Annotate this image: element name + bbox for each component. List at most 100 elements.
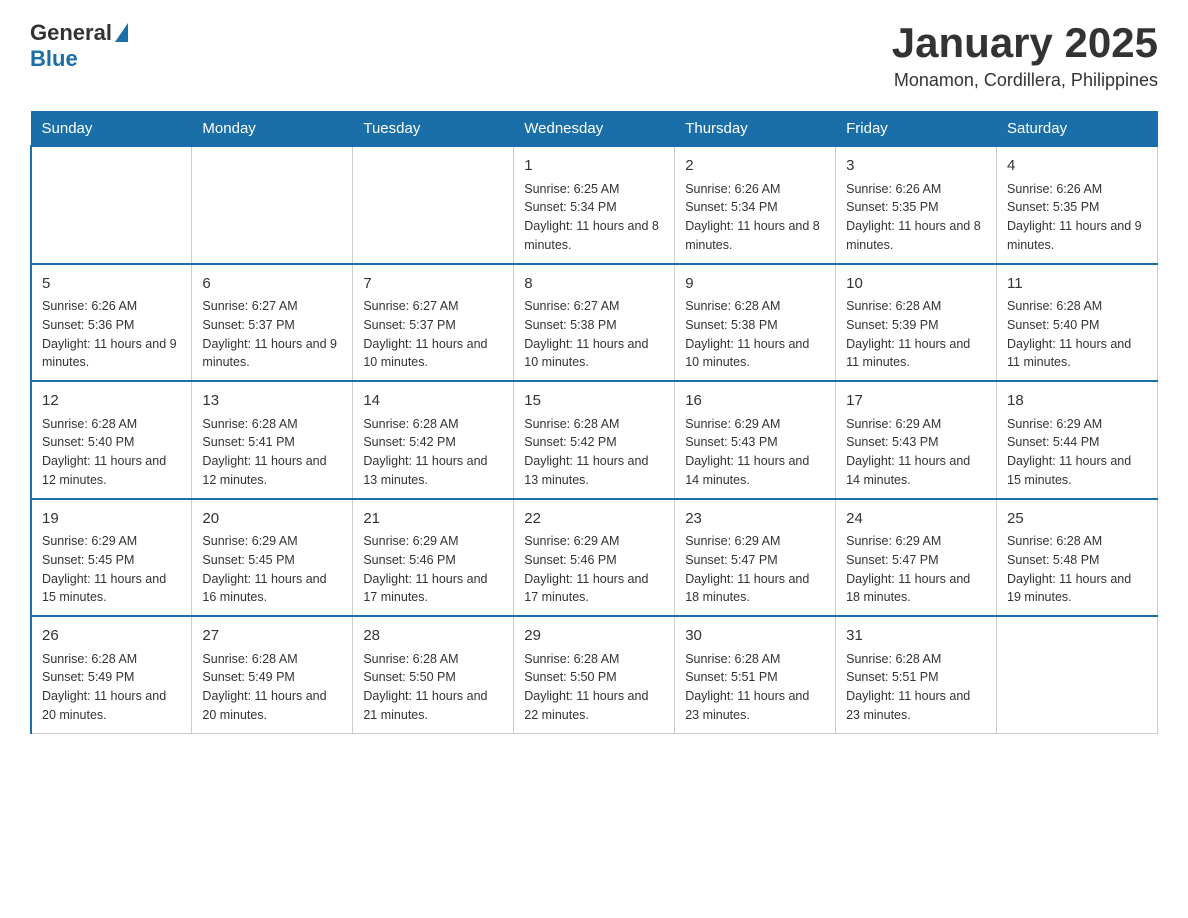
calendar-cell: 23Sunrise: 6:29 AM Sunset: 5:47 PM Dayli… [675,499,836,617]
day-number: 17 [846,390,986,413]
calendar-cell: 16Sunrise: 6:29 AM Sunset: 5:43 PM Dayli… [675,381,836,499]
day-number: 6 [202,273,342,296]
calendar-cell: 18Sunrise: 6:29 AM Sunset: 5:44 PM Dayli… [997,381,1158,499]
calendar-cell: 1Sunrise: 6:25 AM Sunset: 5:34 PM Daylig… [514,146,675,264]
week-row-2: 5Sunrise: 6:26 AM Sunset: 5:36 PM Daylig… [31,264,1158,382]
day-info: Sunrise: 6:29 AM Sunset: 5:45 PM Dayligh… [202,532,342,607]
logo-blue: Blue [30,46,78,72]
day-info: Sunrise: 6:29 AM Sunset: 5:46 PM Dayligh… [524,532,664,607]
day-number: 3 [846,155,986,178]
day-info: Sunrise: 6:28 AM Sunset: 5:49 PM Dayligh… [202,650,342,725]
day-header-sunday: Sunday [31,112,192,147]
calendar-cell: 11Sunrise: 6:28 AM Sunset: 5:40 PM Dayli… [997,264,1158,382]
calendar-cell: 7Sunrise: 6:27 AM Sunset: 5:37 PM Daylig… [353,264,514,382]
day-number: 14 [363,390,503,413]
page-header: General Blue January 2025 Monamon, Cordi… [30,20,1158,91]
calendar-cell: 15Sunrise: 6:28 AM Sunset: 5:42 PM Dayli… [514,381,675,499]
day-number: 28 [363,625,503,648]
calendar-cell: 12Sunrise: 6:28 AM Sunset: 5:40 PM Dayli… [31,381,192,499]
day-info: Sunrise: 6:28 AM Sunset: 5:40 PM Dayligh… [1007,297,1147,372]
day-info: Sunrise: 6:26 AM Sunset: 5:35 PM Dayligh… [1007,180,1147,255]
day-number: 30 [685,625,825,648]
calendar-cell: 28Sunrise: 6:28 AM Sunset: 5:50 PM Dayli… [353,616,514,733]
title-block: January 2025 Monamon, Cordillera, Philip… [892,20,1158,91]
day-info: Sunrise: 6:28 AM Sunset: 5:38 PM Dayligh… [685,297,825,372]
calendar-cell: 20Sunrise: 6:29 AM Sunset: 5:45 PM Dayli… [192,499,353,617]
day-number: 16 [685,390,825,413]
day-info: Sunrise: 6:28 AM Sunset: 5:50 PM Dayligh… [524,650,664,725]
day-info: Sunrise: 6:29 AM Sunset: 5:47 PM Dayligh… [846,532,986,607]
day-number: 19 [42,508,181,531]
day-info: Sunrise: 6:29 AM Sunset: 5:43 PM Dayligh… [846,415,986,490]
logo: General Blue [30,20,128,72]
day-info: Sunrise: 6:28 AM Sunset: 5:40 PM Dayligh… [42,415,181,490]
calendar-cell [192,146,353,264]
day-info: Sunrise: 6:27 AM Sunset: 5:37 PM Dayligh… [363,297,503,372]
day-number: 13 [202,390,342,413]
logo-general: General [30,20,112,46]
day-info: Sunrise: 6:28 AM Sunset: 5:39 PM Dayligh… [846,297,986,372]
calendar-cell: 8Sunrise: 6:27 AM Sunset: 5:38 PM Daylig… [514,264,675,382]
calendar-cell: 4Sunrise: 6:26 AM Sunset: 5:35 PM Daylig… [997,146,1158,264]
day-number: 2 [685,155,825,178]
day-header-wednesday: Wednesday [514,112,675,147]
day-info: Sunrise: 6:27 AM Sunset: 5:37 PM Dayligh… [202,297,342,372]
day-number: 8 [524,273,664,296]
day-number: 27 [202,625,342,648]
day-number: 31 [846,625,986,648]
day-info: Sunrise: 6:28 AM Sunset: 5:42 PM Dayligh… [363,415,503,490]
day-info: Sunrise: 6:28 AM Sunset: 5:48 PM Dayligh… [1007,532,1147,607]
day-number: 11 [1007,273,1147,296]
day-info: Sunrise: 6:28 AM Sunset: 5:41 PM Dayligh… [202,415,342,490]
calendar-cell: 2Sunrise: 6:26 AM Sunset: 5:34 PM Daylig… [675,146,836,264]
day-info: Sunrise: 6:28 AM Sunset: 5:51 PM Dayligh… [685,650,825,725]
calendar-cell: 24Sunrise: 6:29 AM Sunset: 5:47 PM Dayli… [836,499,997,617]
header-row: SundayMondayTuesdayWednesdayThursdayFrid… [31,112,1158,147]
calendar-cell: 3Sunrise: 6:26 AM Sunset: 5:35 PM Daylig… [836,146,997,264]
day-info: Sunrise: 6:28 AM Sunset: 5:50 PM Dayligh… [363,650,503,725]
day-number: 10 [846,273,986,296]
week-row-4: 19Sunrise: 6:29 AM Sunset: 5:45 PM Dayli… [31,499,1158,617]
calendar-cell: 14Sunrise: 6:28 AM Sunset: 5:42 PM Dayli… [353,381,514,499]
day-number: 9 [685,273,825,296]
calendar-cell: 10Sunrise: 6:28 AM Sunset: 5:39 PM Dayli… [836,264,997,382]
week-row-5: 26Sunrise: 6:28 AM Sunset: 5:49 PM Dayli… [31,616,1158,733]
day-info: Sunrise: 6:29 AM Sunset: 5:46 PM Dayligh… [363,532,503,607]
day-number: 20 [202,508,342,531]
calendar-cell: 22Sunrise: 6:29 AM Sunset: 5:46 PM Dayli… [514,499,675,617]
day-number: 7 [363,273,503,296]
calendar-table: SundayMondayTuesdayWednesdayThursdayFrid… [30,111,1158,734]
day-number: 25 [1007,508,1147,531]
day-info: Sunrise: 6:26 AM Sunset: 5:34 PM Dayligh… [685,180,825,255]
day-number: 1 [524,155,664,178]
week-row-3: 12Sunrise: 6:28 AM Sunset: 5:40 PM Dayli… [31,381,1158,499]
day-number: 12 [42,390,181,413]
day-number: 18 [1007,390,1147,413]
calendar-cell: 29Sunrise: 6:28 AM Sunset: 5:50 PM Dayli… [514,616,675,733]
day-info: Sunrise: 6:27 AM Sunset: 5:38 PM Dayligh… [524,297,664,372]
day-info: Sunrise: 6:29 AM Sunset: 5:45 PM Dayligh… [42,532,181,607]
day-number: 4 [1007,155,1147,178]
calendar-cell: 9Sunrise: 6:28 AM Sunset: 5:38 PM Daylig… [675,264,836,382]
calendar-subtitle: Monamon, Cordillera, Philippines [892,70,1158,91]
day-info: Sunrise: 6:28 AM Sunset: 5:49 PM Dayligh… [42,650,181,725]
day-number: 5 [42,273,181,296]
calendar-cell [997,616,1158,733]
day-number: 21 [363,508,503,531]
day-number: 24 [846,508,986,531]
day-header-saturday: Saturday [997,112,1158,147]
day-header-tuesday: Tuesday [353,112,514,147]
calendar-cell: 25Sunrise: 6:28 AM Sunset: 5:48 PM Dayli… [997,499,1158,617]
calendar-cell: 5Sunrise: 6:26 AM Sunset: 5:36 PM Daylig… [31,264,192,382]
day-info: Sunrise: 6:29 AM Sunset: 5:43 PM Dayligh… [685,415,825,490]
day-info: Sunrise: 6:29 AM Sunset: 5:47 PM Dayligh… [685,532,825,607]
day-number: 23 [685,508,825,531]
calendar-cell: 6Sunrise: 6:27 AM Sunset: 5:37 PM Daylig… [192,264,353,382]
day-info: Sunrise: 6:28 AM Sunset: 5:51 PM Dayligh… [846,650,986,725]
day-info: Sunrise: 6:26 AM Sunset: 5:36 PM Dayligh… [42,297,181,372]
day-header-monday: Monday [192,112,353,147]
day-number: 26 [42,625,181,648]
calendar-cell: 13Sunrise: 6:28 AM Sunset: 5:41 PM Dayli… [192,381,353,499]
calendar-cell: 21Sunrise: 6:29 AM Sunset: 5:46 PM Dayli… [353,499,514,617]
day-info: Sunrise: 6:25 AM Sunset: 5:34 PM Dayligh… [524,180,664,255]
